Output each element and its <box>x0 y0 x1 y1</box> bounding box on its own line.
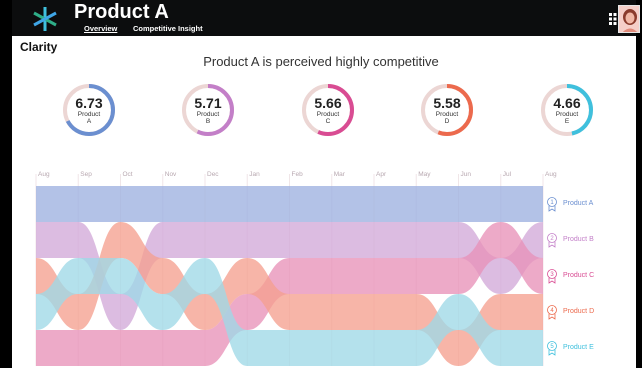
month-label: Apr <box>376 171 387 178</box>
legend-product-d: 4 Product D <box>547 305 594 320</box>
month-label: May <box>418 171 431 178</box>
avatar-image <box>619 6 639 32</box>
donut-product-c: 5.66 Product C <box>300 82 356 138</box>
legend-label: Product B <box>563 236 594 243</box>
donut-product-a: 6.73 Product A <box>61 82 117 138</box>
month-label: Mar <box>334 171 346 178</box>
month-label: Aug <box>545 171 557 178</box>
month-label: Aug <box>38 171 50 178</box>
donut-score: 4.66 <box>553 95 581 111</box>
donut-product-name: Product A <box>77 111 101 125</box>
donut-score: 5.58 <box>433 95 461 111</box>
donut-product-b: 5.71 Product B <box>180 82 236 138</box>
legend-label: Product E <box>563 344 594 351</box>
clarity-logo-icon <box>33 7 57 31</box>
legend-product-b: 2 Product B <box>547 233 594 248</box>
donut-product-name: Product C <box>316 111 340 125</box>
month-label: Dec <box>207 171 219 178</box>
month-label: Jan <box>249 171 260 178</box>
ranking-bump-chart: Aug Sep Oct Nov Dec Jan Feb Mar Apr May Jun Jul Aug 1… <box>35 171 594 366</box>
month-label: Feb <box>292 171 304 178</box>
donut-score: 5.71 <box>194 95 222 111</box>
month-label: Oct <box>123 171 133 178</box>
month-label: Sep <box>80 171 92 178</box>
band-product-a <box>36 186 543 222</box>
legend-label: Product A <box>563 200 594 207</box>
brand-label: Clarity <box>20 40 58 54</box>
tab-overview[interactable]: Overview <box>84 24 117 33</box>
donut-product-e: 4.66 Product E <box>539 82 595 138</box>
user-avatar[interactable] <box>618 5 640 33</box>
legend-label: Product D <box>563 308 594 315</box>
donut-score: 6.73 <box>75 95 103 111</box>
top-bar: Product A Overview Competitive Insight <box>12 0 636 36</box>
page-headline: Product A is perceived highly competitiv… <box>203 54 439 69</box>
legend-product-a: 1 Product A <box>547 197 594 212</box>
legend-product-e: 5 Product E <box>547 341 594 356</box>
legend-product-c: 3 Product C <box>547 269 594 284</box>
donut-product-d: 5.58 Product D <box>419 82 475 138</box>
donut-product-name: Product B <box>196 111 220 125</box>
donut-score: 5.66 <box>314 95 342 111</box>
donut-product-name: Product D <box>435 111 459 125</box>
donut-product-name: Product E <box>555 111 579 125</box>
app-title: Product A <box>74 1 169 23</box>
tab-competitive-insight[interactable]: Competitive Insight <box>133 24 203 33</box>
legend-label: Product C <box>563 272 594 279</box>
month-label: Nov <box>165 171 177 178</box>
month-label: Jul <box>503 171 512 178</box>
month-label: Jun <box>461 171 472 178</box>
